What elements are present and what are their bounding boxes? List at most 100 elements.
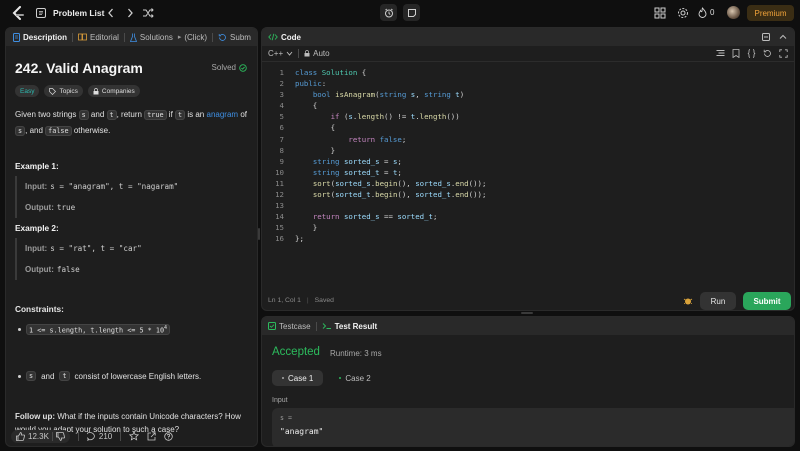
braces-icon[interactable] bbox=[747, 49, 756, 58]
statement-text: is an bbox=[187, 110, 205, 119]
editor-actions bbox=[716, 49, 788, 58]
example-2-input: Input: s = "rat", t = "car" bbox=[25, 238, 142, 259]
debug-icon[interactable] bbox=[683, 296, 693, 306]
code-chip: s bbox=[15, 126, 26, 136]
auto-mode-toggle[interactable]: Auto bbox=[304, 49, 330, 58]
code-panel: Code C++ Auto 1 class Solution { 2 public: bbox=[261, 27, 795, 311]
horizontal-resize-handle[interactable] bbox=[521, 312, 533, 314]
help-icon[interactable] bbox=[164, 431, 173, 441]
problem-statement: Given two strings s and t, return true i… bbox=[15, 107, 253, 139]
tab-divider bbox=[212, 32, 214, 42]
timer-icon[interactable] bbox=[380, 4, 397, 21]
fullscreen-icon[interactable] bbox=[779, 49, 788, 58]
minimize-icon[interactable] bbox=[762, 33, 770, 43]
code-text: } bbox=[295, 145, 336, 155]
leetcode-logo-icon[interactable] bbox=[11, 6, 25, 21]
like-dislike-group: 12.3K bbox=[11, 429, 70, 443]
constraints-title: Constraints: bbox=[15, 304, 64, 314]
run-button[interactable]: Run bbox=[700, 292, 736, 310]
anagram-link[interactable]: anagram bbox=[207, 110, 239, 119]
statement-text: , return bbox=[116, 110, 142, 119]
format-icon[interactable] bbox=[716, 49, 725, 58]
code-line: 7 return false; bbox=[262, 135, 794, 146]
statement-text: if bbox=[168, 110, 173, 119]
case-1-tab[interactable]: Case 1 bbox=[272, 370, 324, 386]
tab-description-label: Description bbox=[23, 32, 68, 42]
code-editor[interactable]: 1 class Solution { 2 public: 3 bool isAnag… bbox=[262, 68, 794, 246]
flask-icon bbox=[129, 33, 137, 42]
streak-counter[interactable]: 0 bbox=[698, 7, 714, 18]
star-icon[interactable] bbox=[129, 431, 140, 441]
code-text: { bbox=[295, 123, 336, 133]
tab-divider bbox=[72, 32, 74, 42]
tab-submissions[interactable]: Subm bbox=[218, 33, 251, 42]
checkbox-icon bbox=[268, 322, 276, 330]
tab-click[interactable]: ▸ (Click) bbox=[178, 33, 207, 42]
share-icon[interactable] bbox=[147, 431, 156, 441]
problem-list-icon[interactable] bbox=[36, 8, 46, 18]
code-brackets-icon bbox=[268, 33, 278, 41]
document-icon bbox=[13, 32, 20, 42]
code-line: 8 } bbox=[262, 146, 794, 157]
input-variable-name: s = bbox=[280, 414, 292, 422]
problem-title: 242. Valid Anagram bbox=[15, 60, 143, 76]
solved-status: Solved bbox=[212, 63, 247, 72]
divider bbox=[298, 49, 300, 58]
layout-icon[interactable] bbox=[654, 7, 666, 19]
code-text: string sorted_s = s; bbox=[312, 156, 402, 166]
constraint-text: 1 <= s.length, t.length <= 5 * 10 bbox=[29, 326, 165, 335]
topics-tag[interactable]: Topics bbox=[44, 85, 83, 97]
code-line: 3 bool isAnagram(string s, string t) bbox=[262, 90, 794, 101]
statement-text: Given two strings bbox=[15, 110, 77, 119]
tab-solutions[interactable]: Solutions bbox=[129, 33, 173, 42]
example-1-title: Example 1: bbox=[15, 161, 59, 171]
comment-icon bbox=[86, 431, 95, 441]
problem-list-link[interactable]: Problem List bbox=[53, 8, 104, 18]
divider bbox=[51, 431, 53, 441]
bookmark-icon[interactable] bbox=[732, 49, 740, 58]
case-2-tab[interactable]: Case 2 bbox=[329, 370, 380, 386]
code-chip: s bbox=[78, 110, 89, 120]
description-footer: 12.3K 210 bbox=[6, 426, 257, 446]
output-label: Output: bbox=[25, 265, 54, 274]
output-value: false bbox=[56, 265, 80, 274]
comments-button[interactable]: 210 bbox=[86, 431, 113, 441]
notes-icon[interactable] bbox=[403, 4, 420, 21]
user-avatar[interactable] bbox=[727, 6, 740, 19]
thumbs-down-icon[interactable] bbox=[56, 431, 65, 441]
prev-problem-button[interactable] bbox=[106, 7, 116, 19]
companies-tag[interactable]: Companies bbox=[87, 85, 140, 97]
tab-editorial-label: Editorial bbox=[90, 32, 119, 42]
language-select[interactable]: C++ bbox=[268, 49, 293, 58]
tab-test-result[interactable]: Test Result bbox=[322, 322, 377, 331]
chevron-down-icon bbox=[286, 51, 293, 56]
thumbs-up-icon[interactable] bbox=[16, 431, 25, 441]
next-problem-button[interactable] bbox=[125, 7, 135, 19]
collapse-icon[interactable] bbox=[779, 33, 787, 43]
tab-testcase[interactable]: Testcase bbox=[268, 322, 311, 331]
example-1-output: Output: true bbox=[25, 197, 178, 218]
run-submit-actions: Run Submit bbox=[683, 292, 791, 310]
follow-up-label: Follow up: bbox=[15, 412, 55, 421]
constraint-item: s and t consist of lowercase English let… bbox=[18, 371, 201, 381]
tab-code[interactable]: Code bbox=[268, 33, 301, 42]
shuffle-icon[interactable] bbox=[142, 7, 154, 19]
submit-button[interactable]: Submit bbox=[743, 292, 791, 310]
input-variable-value: "anagram" bbox=[280, 427, 324, 436]
tag-icon bbox=[49, 87, 57, 95]
premium-button[interactable]: Premium bbox=[747, 5, 794, 21]
tab-editorial[interactable]: Editorial bbox=[78, 33, 119, 42]
settings-gear-icon[interactable] bbox=[677, 7, 689, 19]
tab-description[interactable]: Description bbox=[13, 32, 68, 42]
tab-divider bbox=[315, 321, 317, 331]
vertical-resize-handle[interactable] bbox=[258, 228, 260, 240]
reset-icon[interactable] bbox=[763, 49, 772, 58]
code-chip: t bbox=[59, 371, 70, 381]
terminal-icon bbox=[322, 323, 331, 329]
comment-count: 210 bbox=[98, 431, 113, 441]
result-status: Accepted bbox=[272, 346, 320, 358]
code-chip: t bbox=[106, 110, 117, 120]
difficulty-badge: Easy bbox=[15, 85, 40, 97]
code-chip: s bbox=[26, 371, 37, 381]
